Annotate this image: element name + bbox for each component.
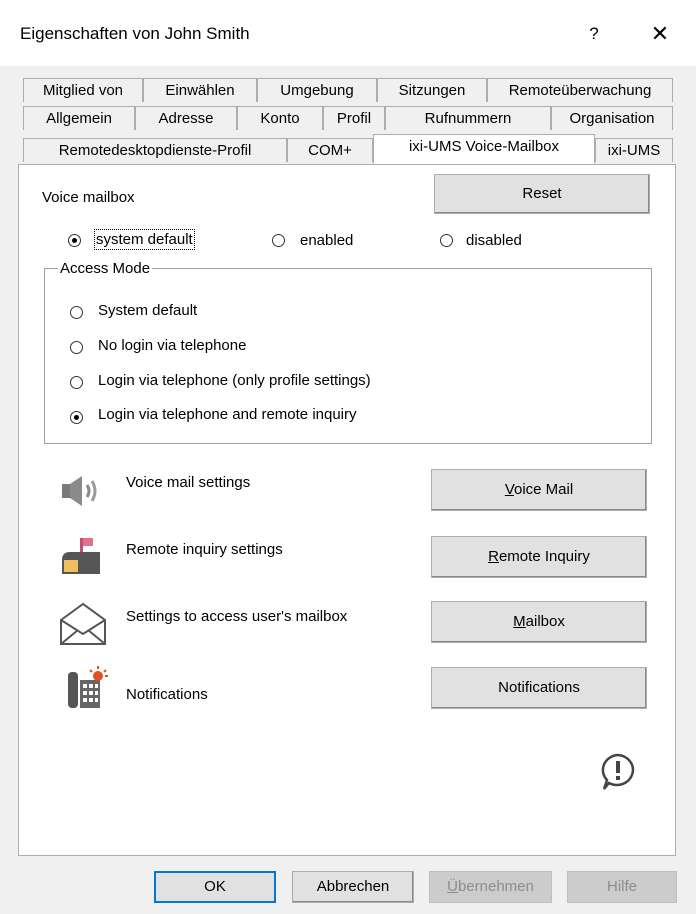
radio-system-default[interactable]	[68, 234, 81, 247]
feedback-exclamation-icon[interactable]	[598, 752, 638, 796]
tab-allgemein[interactable]: Allgemein	[23, 106, 135, 130]
notifications-button[interactable]: Notifications	[431, 667, 647, 709]
tab-konto[interactable]: Konto	[237, 106, 323, 130]
radio-enabled[interactable]	[272, 234, 285, 247]
voice-mail-settings-label: Voice mail settings	[126, 474, 251, 491]
radio-login-profile[interactable]	[70, 376, 83, 389]
tab-adresse[interactable]: Adresse	[135, 106, 237, 130]
tab-rufnummern[interactable]: Rufnummern	[385, 106, 551, 130]
radio-no-login-label[interactable]: No login via telephone	[98, 337, 246, 354]
radio-login-remote-inquiry[interactable]	[70, 411, 83, 424]
tab-com-plus[interactable]: COM+	[287, 138, 373, 162]
tab-organisation[interactable]: Organisation	[551, 106, 673, 130]
help-footer-button[interactable]: Hilfe	[567, 871, 677, 903]
radio-login-remote-inquiry-label[interactable]: Login via telephone and remote inquiry	[98, 406, 357, 423]
radio-access-system-default-label[interactable]: System default	[98, 302, 197, 319]
tab-ixi-ums[interactable]: ixi-UMS	[595, 138, 673, 162]
voice-mailbox-label: Voice mailbox	[42, 189, 135, 206]
tab-mitglied-von[interactable]: Mitglied von	[23, 78, 143, 102]
mailbox-settings-label: Settings to access user's mailbox	[126, 608, 348, 625]
mailbox-button[interactable]: Mailbox	[431, 601, 647, 643]
voice-mail-button[interactable]: Voice Mail	[431, 469, 647, 511]
tab-ixi-ums-voice-mailbox[interactable]: ixi-UMS Voice-Mailbox	[373, 134, 595, 164]
mailbox-icon	[58, 536, 104, 582]
tab-remotedesktopdienste-profil[interactable]: Remotedesktopdienste-Profil	[23, 138, 287, 162]
ok-button[interactable]: OK	[154, 871, 276, 903]
radio-no-login[interactable]	[70, 341, 83, 354]
tab-sitzungen[interactable]: Sitzungen	[377, 78, 487, 102]
notifications-label: Notifications	[126, 686, 208, 703]
radio-disabled[interactable]	[440, 234, 453, 247]
speaker-icon	[60, 474, 102, 512]
close-button[interactable]: ✕	[640, 14, 680, 54]
apply-button[interactable]: Übernehmen	[429, 871, 552, 903]
radio-access-system-default[interactable]	[70, 306, 83, 319]
tab-remoteueberwachung[interactable]: Remoteüberwachung	[487, 78, 673, 102]
reset-button[interactable]: Reset	[434, 174, 650, 214]
remote-inquiry-button[interactable]: Remote Inquiry	[431, 536, 647, 578]
phone-notification-icon	[66, 666, 112, 716]
help-button[interactable]: ?	[574, 14, 614, 54]
tab-einwaehlen[interactable]: Einwählen	[143, 78, 257, 102]
radio-login-profile-label[interactable]: Login via telephone (only profile settin…	[98, 372, 371, 389]
radio-system-default-label[interactable]: system default	[94, 229, 195, 250]
window-title: Eigenschaften von John Smith	[20, 24, 250, 43]
cancel-button[interactable]: Abbrechen	[292, 871, 414, 903]
radio-disabled-label[interactable]: disabled	[466, 232, 522, 249]
access-mode-label: Access Mode	[58, 260, 153, 277]
tab-umgebung[interactable]: Umgebung	[257, 78, 377, 102]
radio-enabled-label[interactable]: enabled	[300, 232, 353, 249]
envelope-icon	[58, 600, 108, 650]
tab-profil[interactable]: Profil	[323, 106, 385, 130]
remote-inquiry-settings-label: Remote inquiry settings	[126, 541, 283, 558]
